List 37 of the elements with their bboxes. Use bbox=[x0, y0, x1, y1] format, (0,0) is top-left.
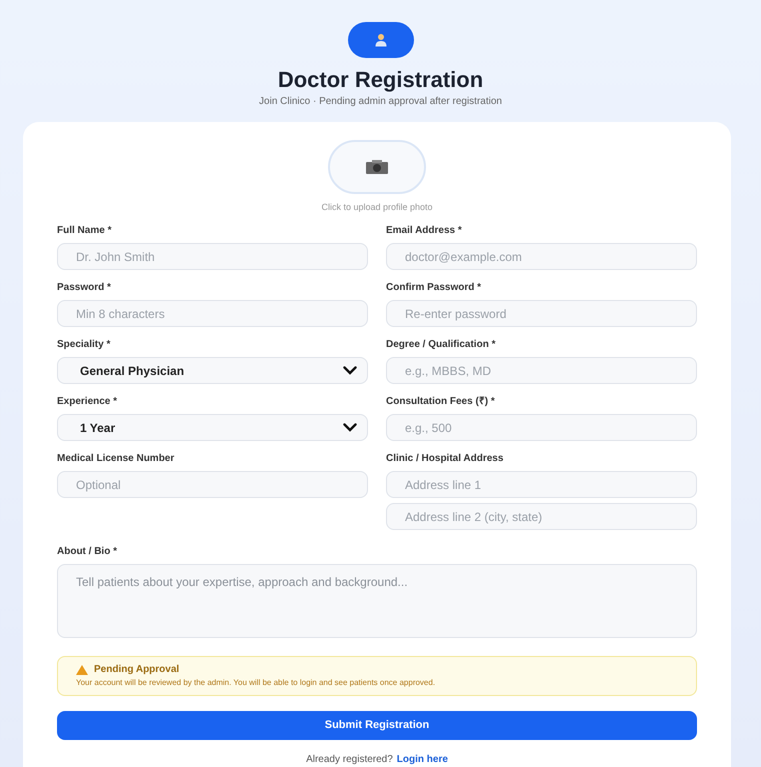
input-field[interactable]: doctor@example.com bbox=[386, 243, 697, 270]
notice-text: Your account will be reviewed by the admin. You will be able to login and see patients once approved. bbox=[76, 678, 436, 688]
input-field[interactable]: e.g., 500 bbox=[386, 414, 697, 441]
page-title: Doctor Registration bbox=[278, 66, 484, 94]
page-subtitle: Join Clinico · Pending admin approval after registration bbox=[259, 96, 502, 108]
photo-upload[interactable] bbox=[328, 140, 426, 194]
warning-icon bbox=[76, 665, 88, 675]
submit-button[interactable]: Submit Registration bbox=[57, 711, 697, 740]
camera-icon bbox=[366, 160, 388, 174]
field-label: Confirm Password * bbox=[386, 282, 482, 294]
chevron-down-icon bbox=[343, 366, 357, 375]
field-label: Degree / Qualification * bbox=[386, 339, 496, 351]
upload-caption: Click to upload profile photo bbox=[321, 202, 433, 213]
field-label: Password * bbox=[57, 282, 112, 294]
select-field[interactable]: General Physician bbox=[57, 357, 368, 384]
bio-textarea[interactable]: Tell patients about your expertise, approach and background... bbox=[57, 564, 697, 638]
field-label: About / Bio * bbox=[57, 546, 118, 558]
input-field[interactable]: e.g., MBBS, MD bbox=[386, 357, 697, 384]
chevron-down-icon bbox=[343, 423, 357, 432]
field-label: Full Name * bbox=[57, 225, 112, 237]
field-label: Experience * bbox=[57, 396, 118, 408]
input-field[interactable]: Re-enter password bbox=[386, 300, 697, 327]
field-label: Email Address * bbox=[386, 225, 463, 237]
doctor-icon bbox=[374, 33, 388, 47]
footer-text: Already registered? bbox=[306, 753, 393, 767]
field-label: Medical License Number bbox=[57, 453, 176, 465]
input-field[interactable]: Optional bbox=[57, 471, 368, 498]
input-field[interactable]: Address line 2 (city, state) bbox=[386, 503, 697, 530]
select-field[interactable]: 1 Year bbox=[57, 414, 368, 441]
input-field[interactable]: Dr. John Smith bbox=[57, 243, 368, 270]
field-label: Consultation Fees (₹) * bbox=[386, 396, 496, 408]
login-link[interactable]: Login here bbox=[396, 752, 448, 767]
input-field[interactable]: Min 8 characters bbox=[57, 300, 368, 327]
notice-title: Pending Approval bbox=[94, 664, 180, 676]
field-label: Speciality * bbox=[57, 339, 112, 351]
input-field[interactable]: Address line 1 bbox=[386, 471, 697, 498]
field-label: Clinic / Hospital Address bbox=[386, 453, 504, 465]
